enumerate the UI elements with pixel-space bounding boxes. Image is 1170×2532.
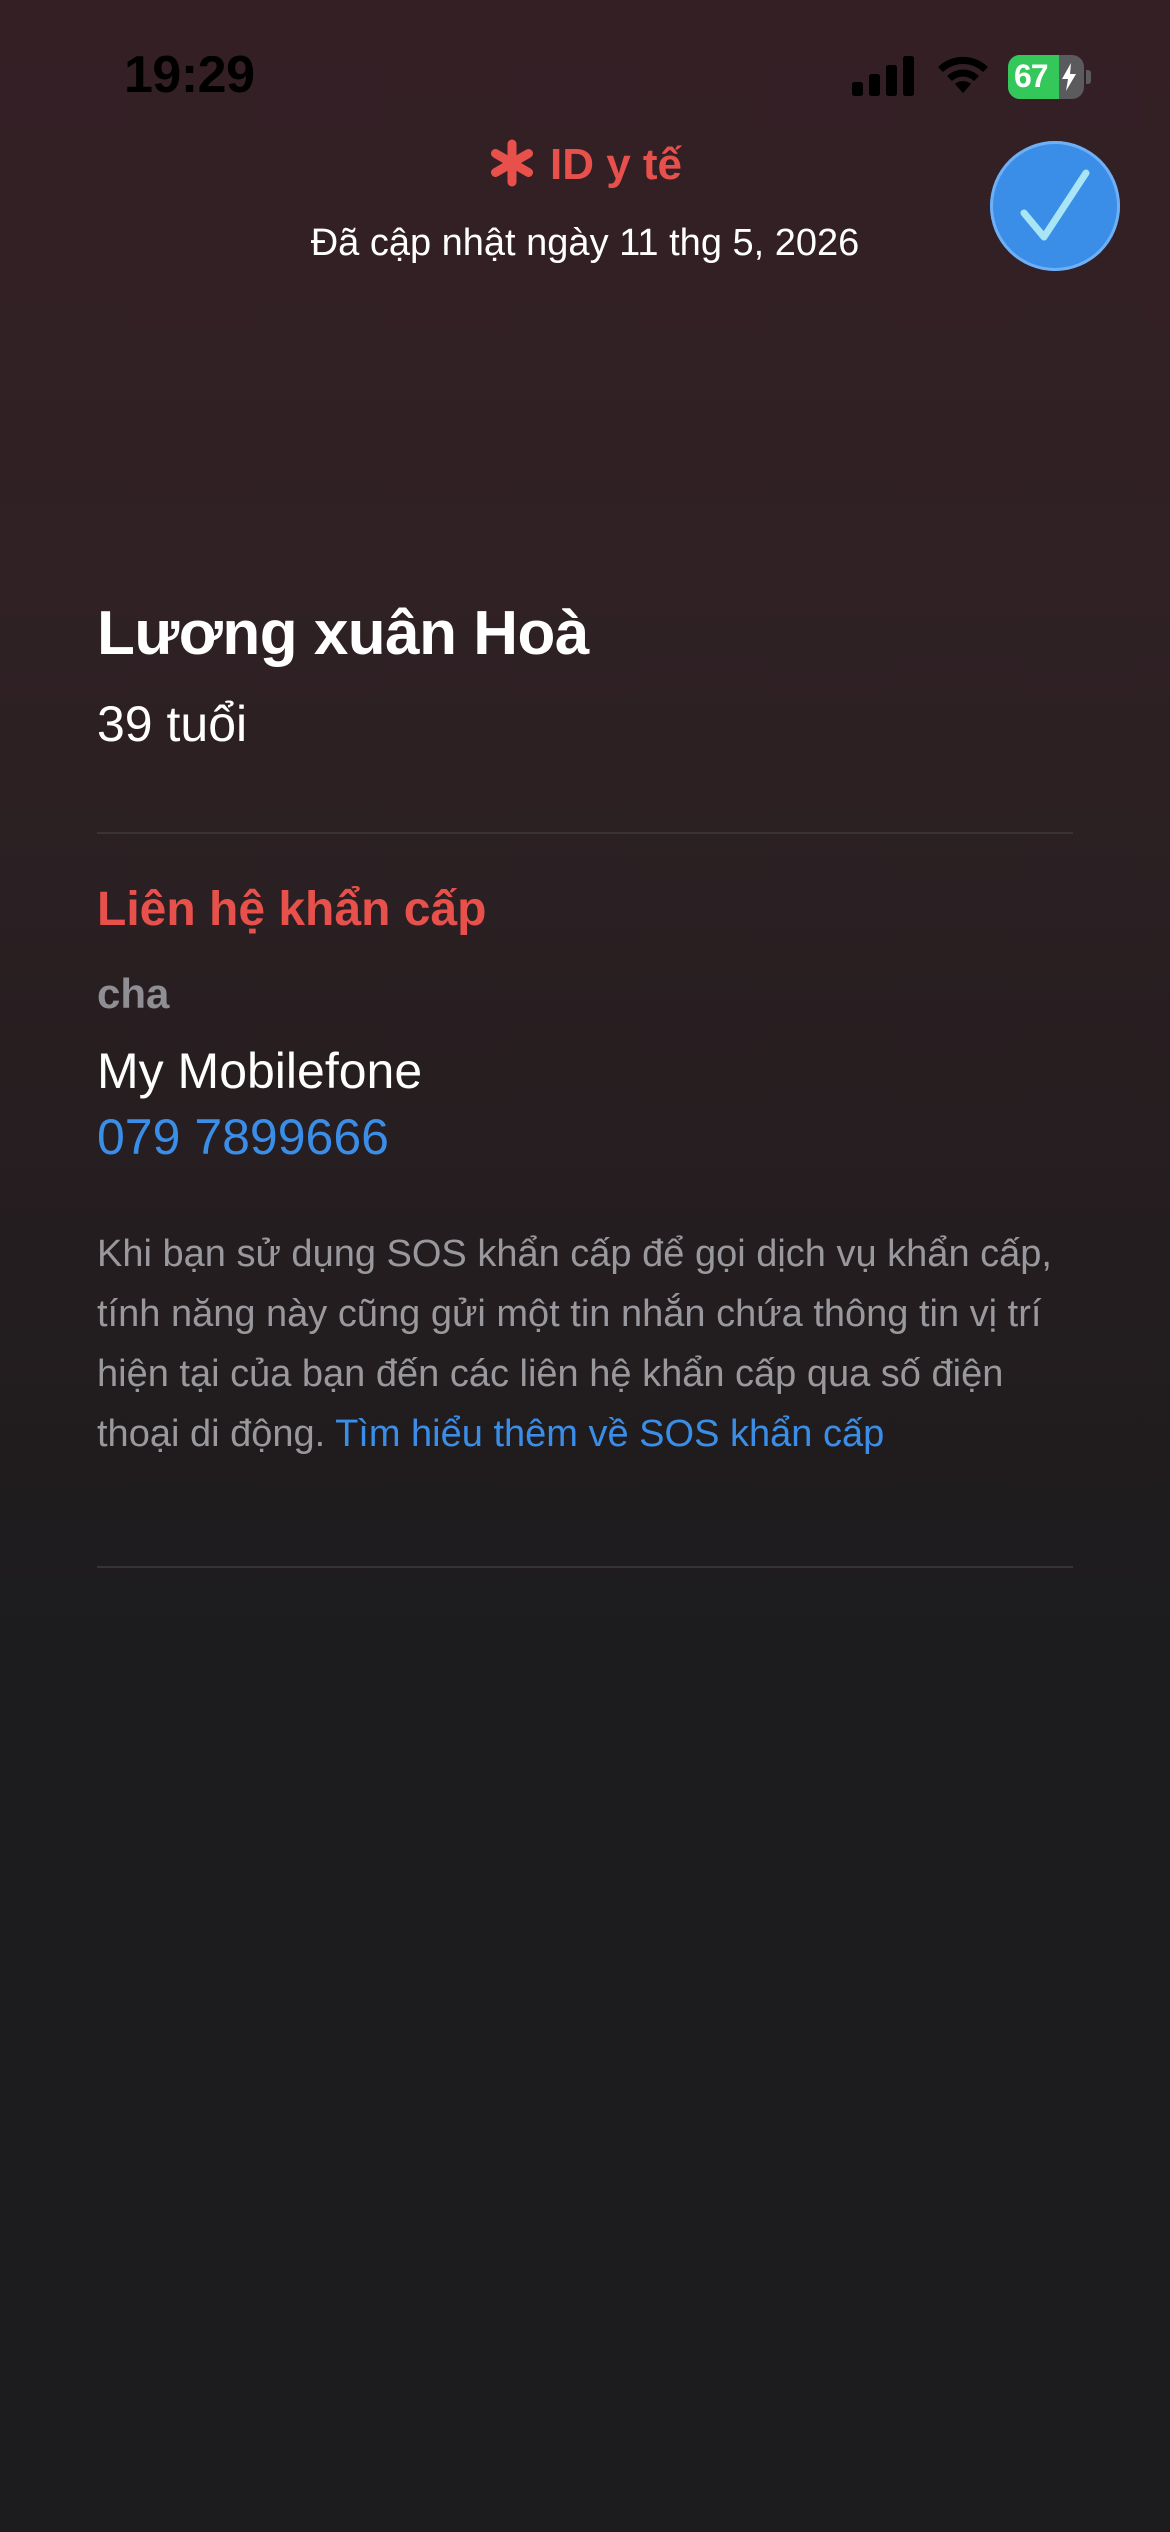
battery-cap [1086, 70, 1091, 84]
medical-asterisk-icon [490, 139, 533, 187]
sos-info-text: Khi bạn sử dụng SOS khẩn cấp để gọi dịch… [97, 1224, 1087, 1464]
battery-indicator: 67 [1008, 55, 1092, 99]
battery-body: 67 [1008, 55, 1084, 99]
battery-percent: 67 [1014, 58, 1049, 94]
cellular-signal-icon [852, 56, 914, 96]
divider [97, 1566, 1073, 1568]
status-bar: 19:29 67 [0, 0, 1170, 150]
contact-relation: cha [97, 970, 170, 1017]
checkmark-icon [1020, 169, 1090, 241]
status-time: 19:29 [124, 46, 255, 104]
wifi-icon [938, 56, 988, 93]
contact-phone-link[interactable]: 079 7899666 [97, 1108, 389, 1166]
medical-id-title-text: ID y tế [549, 140, 683, 189]
profile-name: Lương xuân Hoà [97, 599, 589, 668]
learn-more-sos-link[interactable]: Tìm hiểu thêm về SOS khẩn cấp [335, 1413, 884, 1455]
emergency-contacts-title: Liên hệ khẩn cấp [97, 883, 487, 936]
done-button[interactable] [990, 141, 1120, 271]
contact-name: My Mobilefone [97, 1043, 423, 1099]
divider [97, 832, 1073, 834]
charging-bolt-icon [1062, 63, 1076, 91]
profile-age: 39 tuổi [97, 696, 248, 752]
